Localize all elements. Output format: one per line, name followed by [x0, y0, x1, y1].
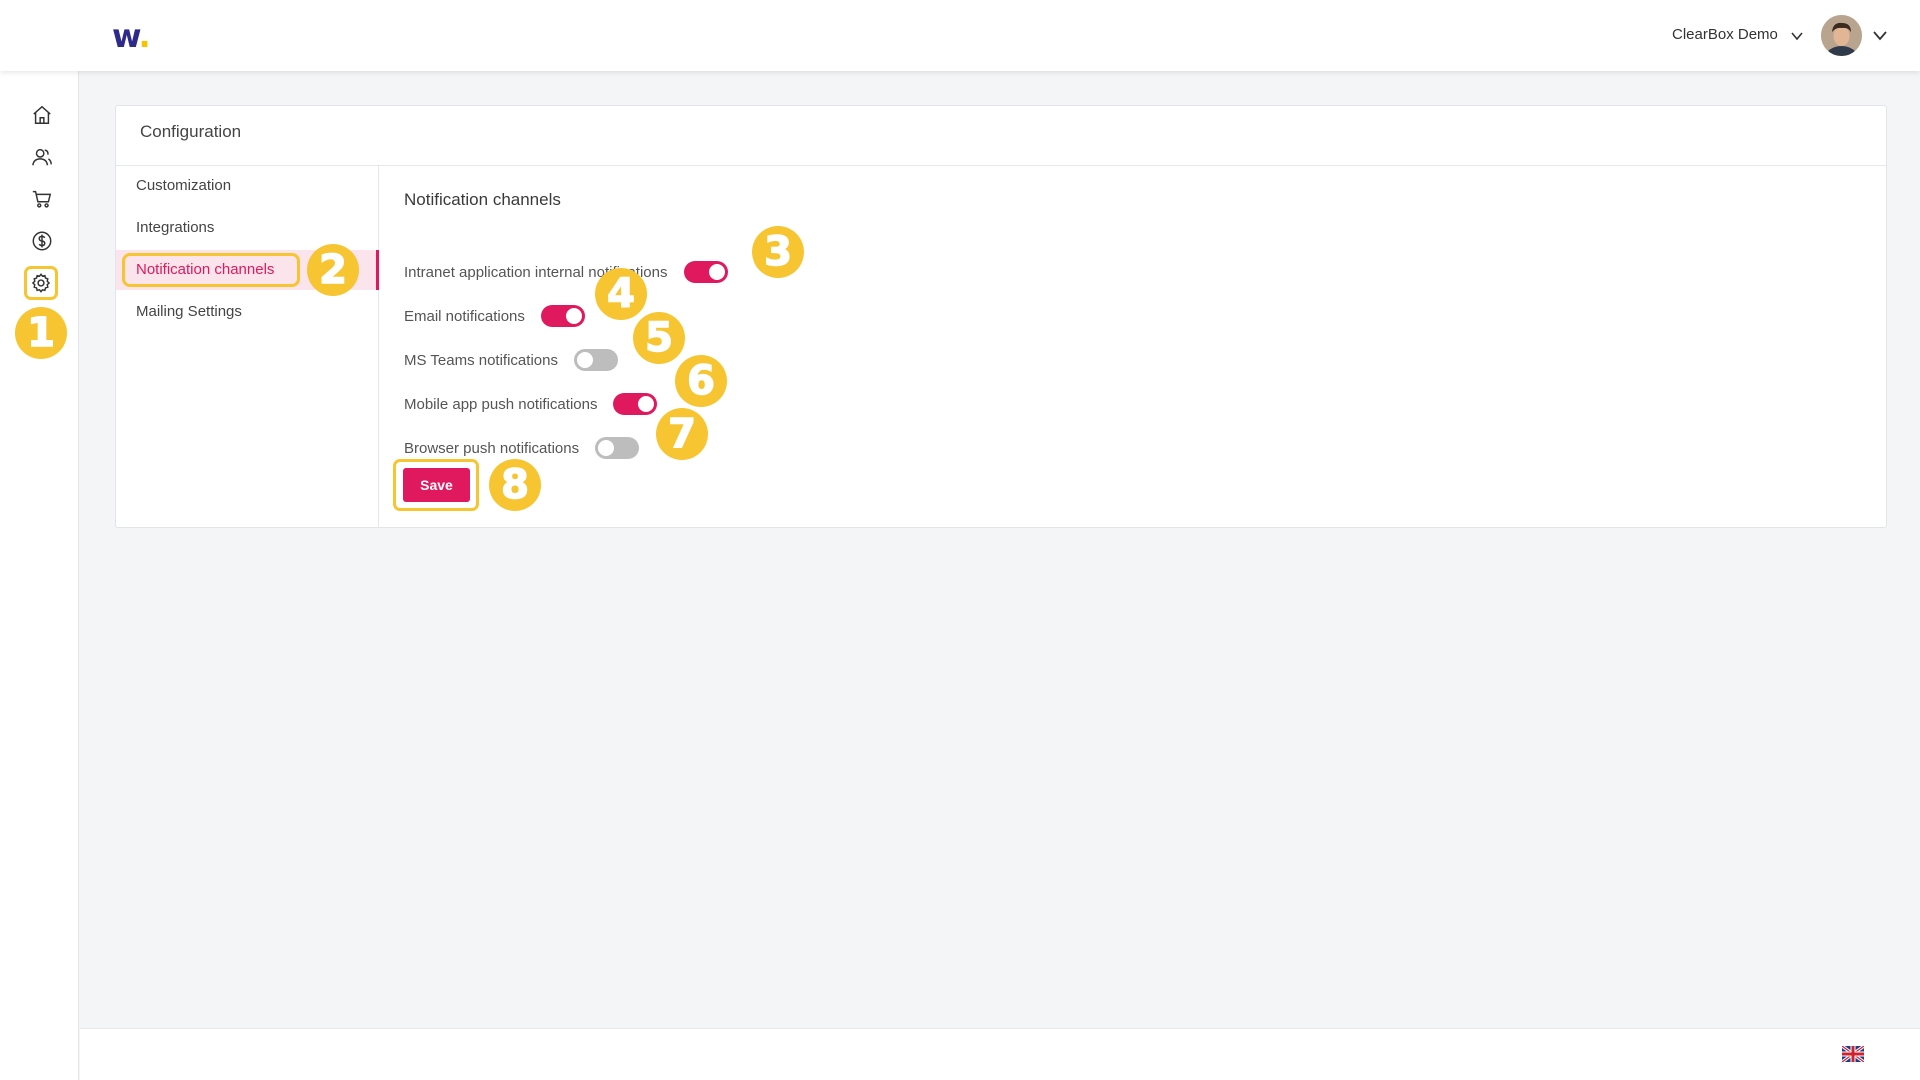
toggle-knob	[598, 440, 615, 456]
config-subnav: Customization Integrations Notification …	[116, 166, 379, 528]
cart-icon[interactable]	[28, 185, 56, 213]
email-notifications-toggle[interactable]	[540, 305, 585, 327]
top-bar: w. ClearBox Demo	[0, 0, 1920, 71]
footer	[80, 1028, 1920, 1080]
subnav-item-mailing-settings[interactable]: Mailing Settings	[116, 292, 379, 332]
toggle-knob	[576, 352, 593, 368]
save-button[interactable]: Save	[403, 468, 470, 502]
dollar-icon[interactable]	[28, 227, 56, 255]
subnav-item-customization[interactable]: Customization	[116, 166, 379, 206]
ms-teams-notifications-toggle[interactable]	[573, 349, 618, 371]
callout-badge-3: 3	[752, 226, 804, 278]
channel-row-email: Email notifications	[404, 302, 585, 330]
section-title: Notification channels	[404, 190, 561, 209]
channel-label: Email notifications	[404, 307, 525, 325]
home-icon[interactable]	[28, 101, 56, 129]
notification-settings-panel: Notification channels Intranet applicati…	[380, 166, 1886, 527]
configuration-card: Configuration Customization Integrations…	[115, 105, 1887, 528]
uk-flag-icon[interactable]	[1842, 1046, 1864, 1062]
callout-badge-8: 8	[489, 459, 541, 511]
toggle-knob	[638, 396, 655, 412]
mobile-push-notifications-toggle[interactable]	[613, 393, 658, 415]
toggle-knob	[708, 264, 725, 280]
callout-badge-7: 7	[656, 408, 708, 460]
sidebar	[0, 71, 79, 1080]
account-name[interactable]: ClearBox Demo	[1672, 26, 1778, 43]
channel-row-mobile-push: Mobile app push notifications	[404, 390, 658, 418]
channel-label: MS Teams notifications	[404, 351, 558, 369]
channel-row-ms-teams: MS Teams notifications	[404, 346, 618, 374]
channel-row-intranet: Intranet application internal notificati…	[404, 258, 728, 286]
user-menu-chevron-down-icon[interactable]	[1872, 27, 1888, 43]
callout-badge-5: 5	[633, 312, 685, 364]
page-title: Configuration	[140, 122, 242, 141]
callout-badge-6: 6	[675, 355, 727, 407]
avatar[interactable]	[1821, 15, 1862, 56]
intranet-notifications-toggle[interactable]	[683, 261, 728, 283]
channel-row-browser-push: Browser push notifications	[404, 434, 640, 462]
subnav-item-integrations[interactable]: Integrations	[116, 208, 379, 248]
channel-label: Browser push notifications	[404, 439, 580, 457]
highlight-frame	[122, 253, 300, 287]
users-icon[interactable]	[28, 143, 56, 171]
browser-push-notifications-toggle[interactable]	[595, 437, 640, 459]
account-chevron-down-icon[interactable]	[1789, 28, 1805, 44]
gear-icon[interactable]	[24, 266, 58, 300]
callout-badge-4: 4	[595, 268, 647, 320]
callout-badge-1: 1	[15, 307, 67, 359]
toggle-knob	[565, 308, 582, 324]
callout-badge-2: 2	[307, 244, 359, 296]
app-logo[interactable]: w.	[112, 18, 151, 54]
save-highlight-frame: Save	[393, 459, 479, 511]
channel-label: Mobile app push notifications	[404, 395, 598, 413]
